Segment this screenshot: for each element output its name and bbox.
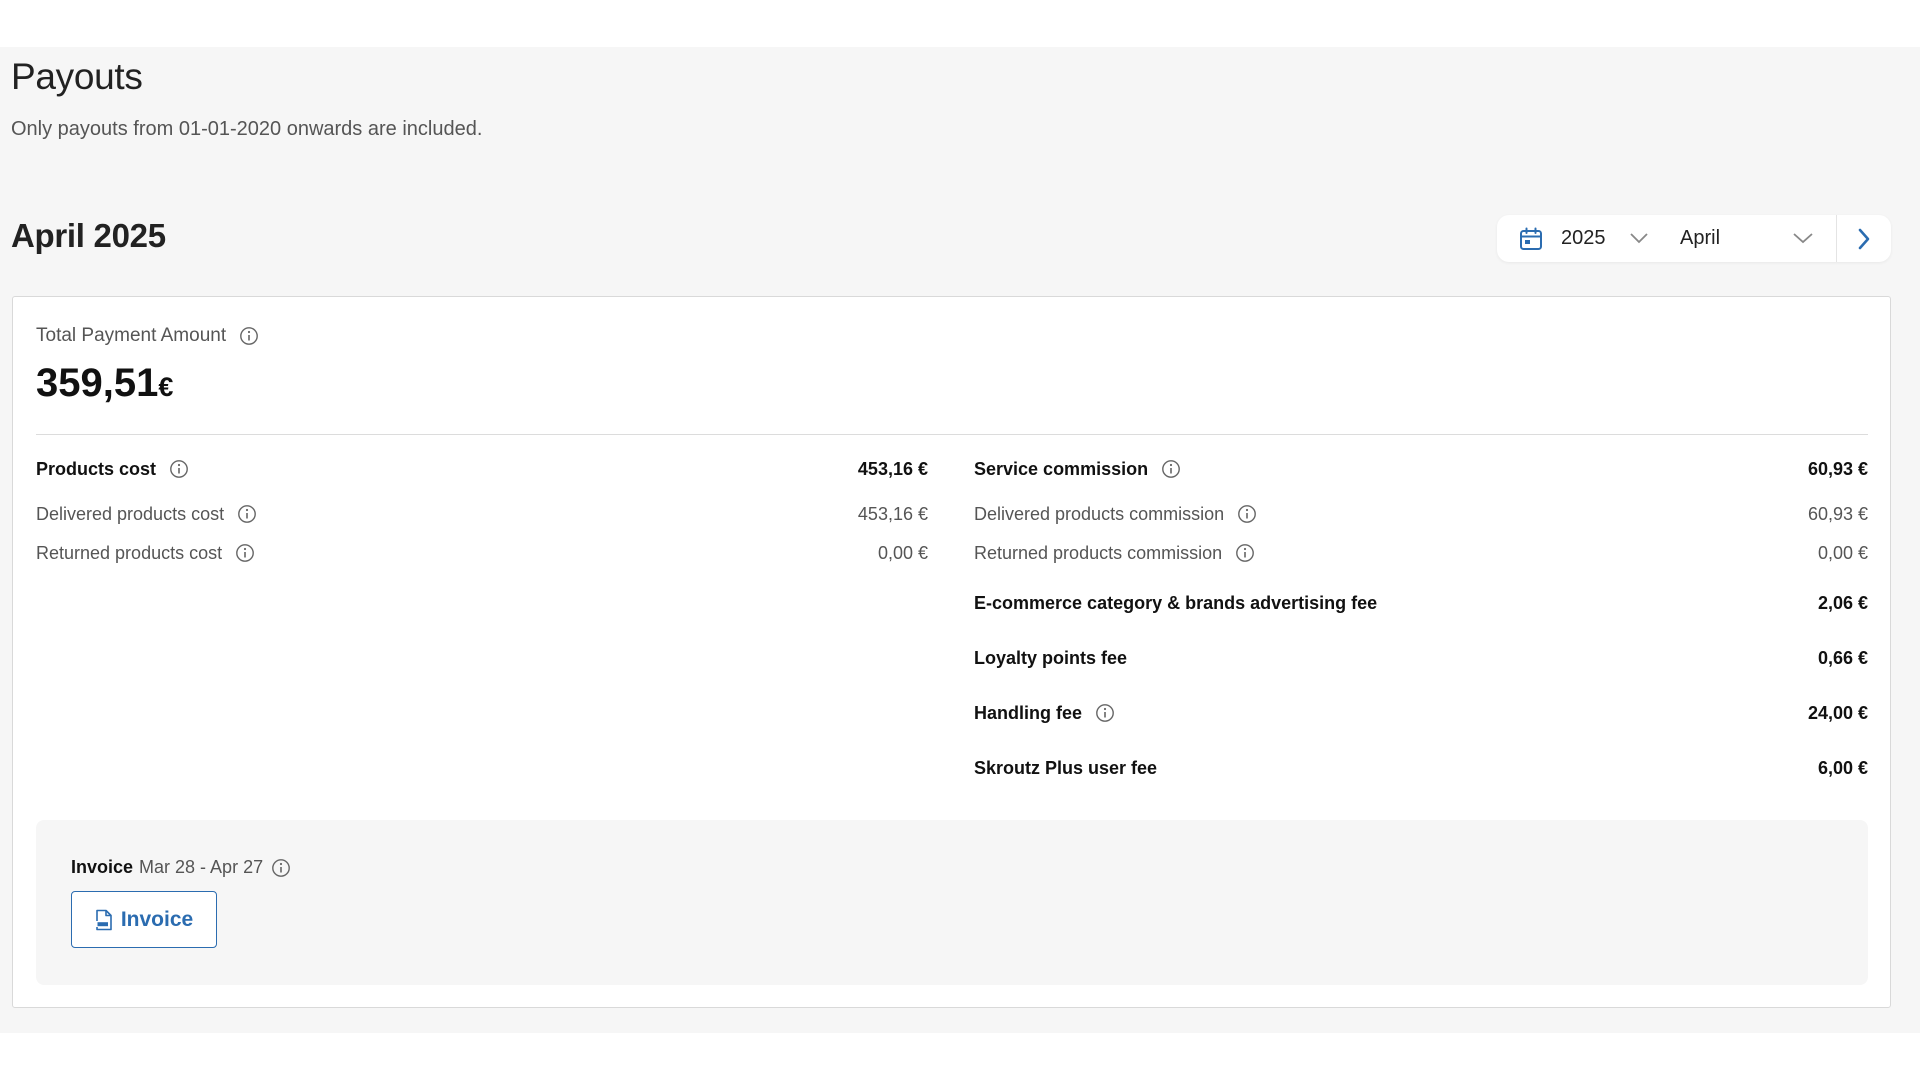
service-commission-label: Service commission	[974, 458, 1149, 479]
info-icon[interactable]	[239, 326, 259, 346]
returned-products-cost-value: 0,00 €	[877, 542, 928, 563]
service-commission-row: Service commission 60,93 €	[974, 457, 1868, 481]
invoice-panel: Invoice Mar 28 - Apr 27 Invoice	[36, 820, 1868, 985]
payout-card: Total Payment Amount 359,51€ Products co…	[12, 296, 1891, 1008]
loyalty-points-fee-label: Loyalty points fee	[974, 647, 1128, 668]
total-payment-currency: €	[158, 372, 174, 402]
chevron-down-icon	[1630, 233, 1648, 244]
invoice-button-label: Invoice	[120, 907, 194, 931]
year-select[interactable]: 2025	[1561, 215, 1648, 262]
invoice-label: Invoice	[71, 857, 134, 877]
skroutz-plus-fee-label: Skroutz Plus user fee	[974, 757, 1158, 778]
period-title: April 2025	[11, 217, 166, 254]
delivered-products-cost-label: Delivered products cost	[36, 503, 225, 524]
total-payment-label: Total Payment Amount	[36, 325, 259, 347]
loyalty-points-fee-value: 0,66 €	[1817, 647, 1868, 668]
returned-products-cost-row: Returned products cost 0,00 €	[36, 541, 928, 565]
info-icon[interactable]	[235, 543, 255, 563]
info-icon[interactable]	[1161, 459, 1181, 479]
info-icon[interactable]	[1237, 504, 1257, 524]
total-payment-amount: 359,51€	[36, 361, 173, 406]
skroutz-plus-fee-row: Skroutz Plus user fee 6,00 €	[974, 756, 1868, 780]
advertising-fee-row: E-commerce category & brands advertising…	[974, 591, 1868, 615]
products-cost-value: 453,16 €	[857, 458, 928, 479]
total-payment-label-text: Total Payment Amount	[36, 325, 227, 346]
advertising-fee-value: 2,06 €	[1817, 592, 1868, 613]
info-icon[interactable]	[1095, 703, 1115, 723]
total-payment-value: 359,51	[36, 361, 159, 405]
calendar-icon	[1520, 227, 1542, 250]
returned-products-commission-row: Returned products commission 0,00 €	[974, 541, 1868, 565]
year-select-value: 2025	[1561, 227, 1606, 249]
handling-fee-label: Handling fee	[974, 702, 1083, 723]
advertising-fee-label: E-commerce category & brands advertising…	[974, 592, 1378, 613]
info-icon[interactable]	[169, 459, 189, 479]
page-subtitle: Only payouts from 01-01-2020 onwards are…	[11, 118, 483, 140]
chevron-right-icon	[1858, 228, 1870, 249]
invoice-date-range: Mar 28 - Apr 27	[139, 857, 264, 877]
skroutz-plus-fee-value: 6,00 €	[1817, 757, 1868, 778]
info-icon[interactable]	[271, 858, 291, 878]
pdf-file-icon	[95, 909, 112, 930]
delivered-products-cost-row: Delivered products cost 453,16 €	[36, 502, 928, 526]
month-select-value: April	[1680, 227, 1721, 249]
returned-products-commission-value: 0,00 €	[1817, 542, 1868, 563]
invoice-period: Invoice Mar 28 - Apr 27	[71, 857, 291, 878]
divider	[36, 434, 1868, 435]
delivered-products-commission-row: Delivered products commission 60,93 €	[974, 502, 1868, 526]
handling-fee-row: Handling fee 24,00 €	[974, 701, 1868, 725]
chevron-down-icon	[1793, 233, 1813, 244]
returned-products-cost-label: Returned products cost	[36, 542, 223, 563]
info-icon[interactable]	[237, 504, 257, 524]
next-month-button[interactable]	[1837, 215, 1891, 262]
date-selector: 2025 April	[1497, 215, 1891, 262]
invoice-download-button[interactable]: Invoice	[71, 891, 217, 948]
delivered-products-cost-value: 453,16 €	[857, 503, 928, 524]
products-cost-row: Products cost 453,16 €	[36, 457, 928, 481]
delivered-products-commission-label: Delivered products commission	[974, 503, 1225, 524]
month-select[interactable]: April	[1680, 215, 1820, 262]
info-icon[interactable]	[1235, 543, 1255, 563]
loyalty-points-fee-row: Loyalty points fee 0,66 €	[974, 646, 1868, 670]
page-title: Payouts	[11, 56, 143, 97]
handling-fee-value: 24,00 €	[1807, 702, 1868, 723]
service-commission-value: 60,93 €	[1807, 458, 1868, 479]
returned-products-commission-label: Returned products commission	[974, 542, 1223, 563]
delivered-products-commission-value: 60,93 €	[1807, 503, 1868, 524]
products-cost-label: Products cost	[36, 458, 157, 479]
